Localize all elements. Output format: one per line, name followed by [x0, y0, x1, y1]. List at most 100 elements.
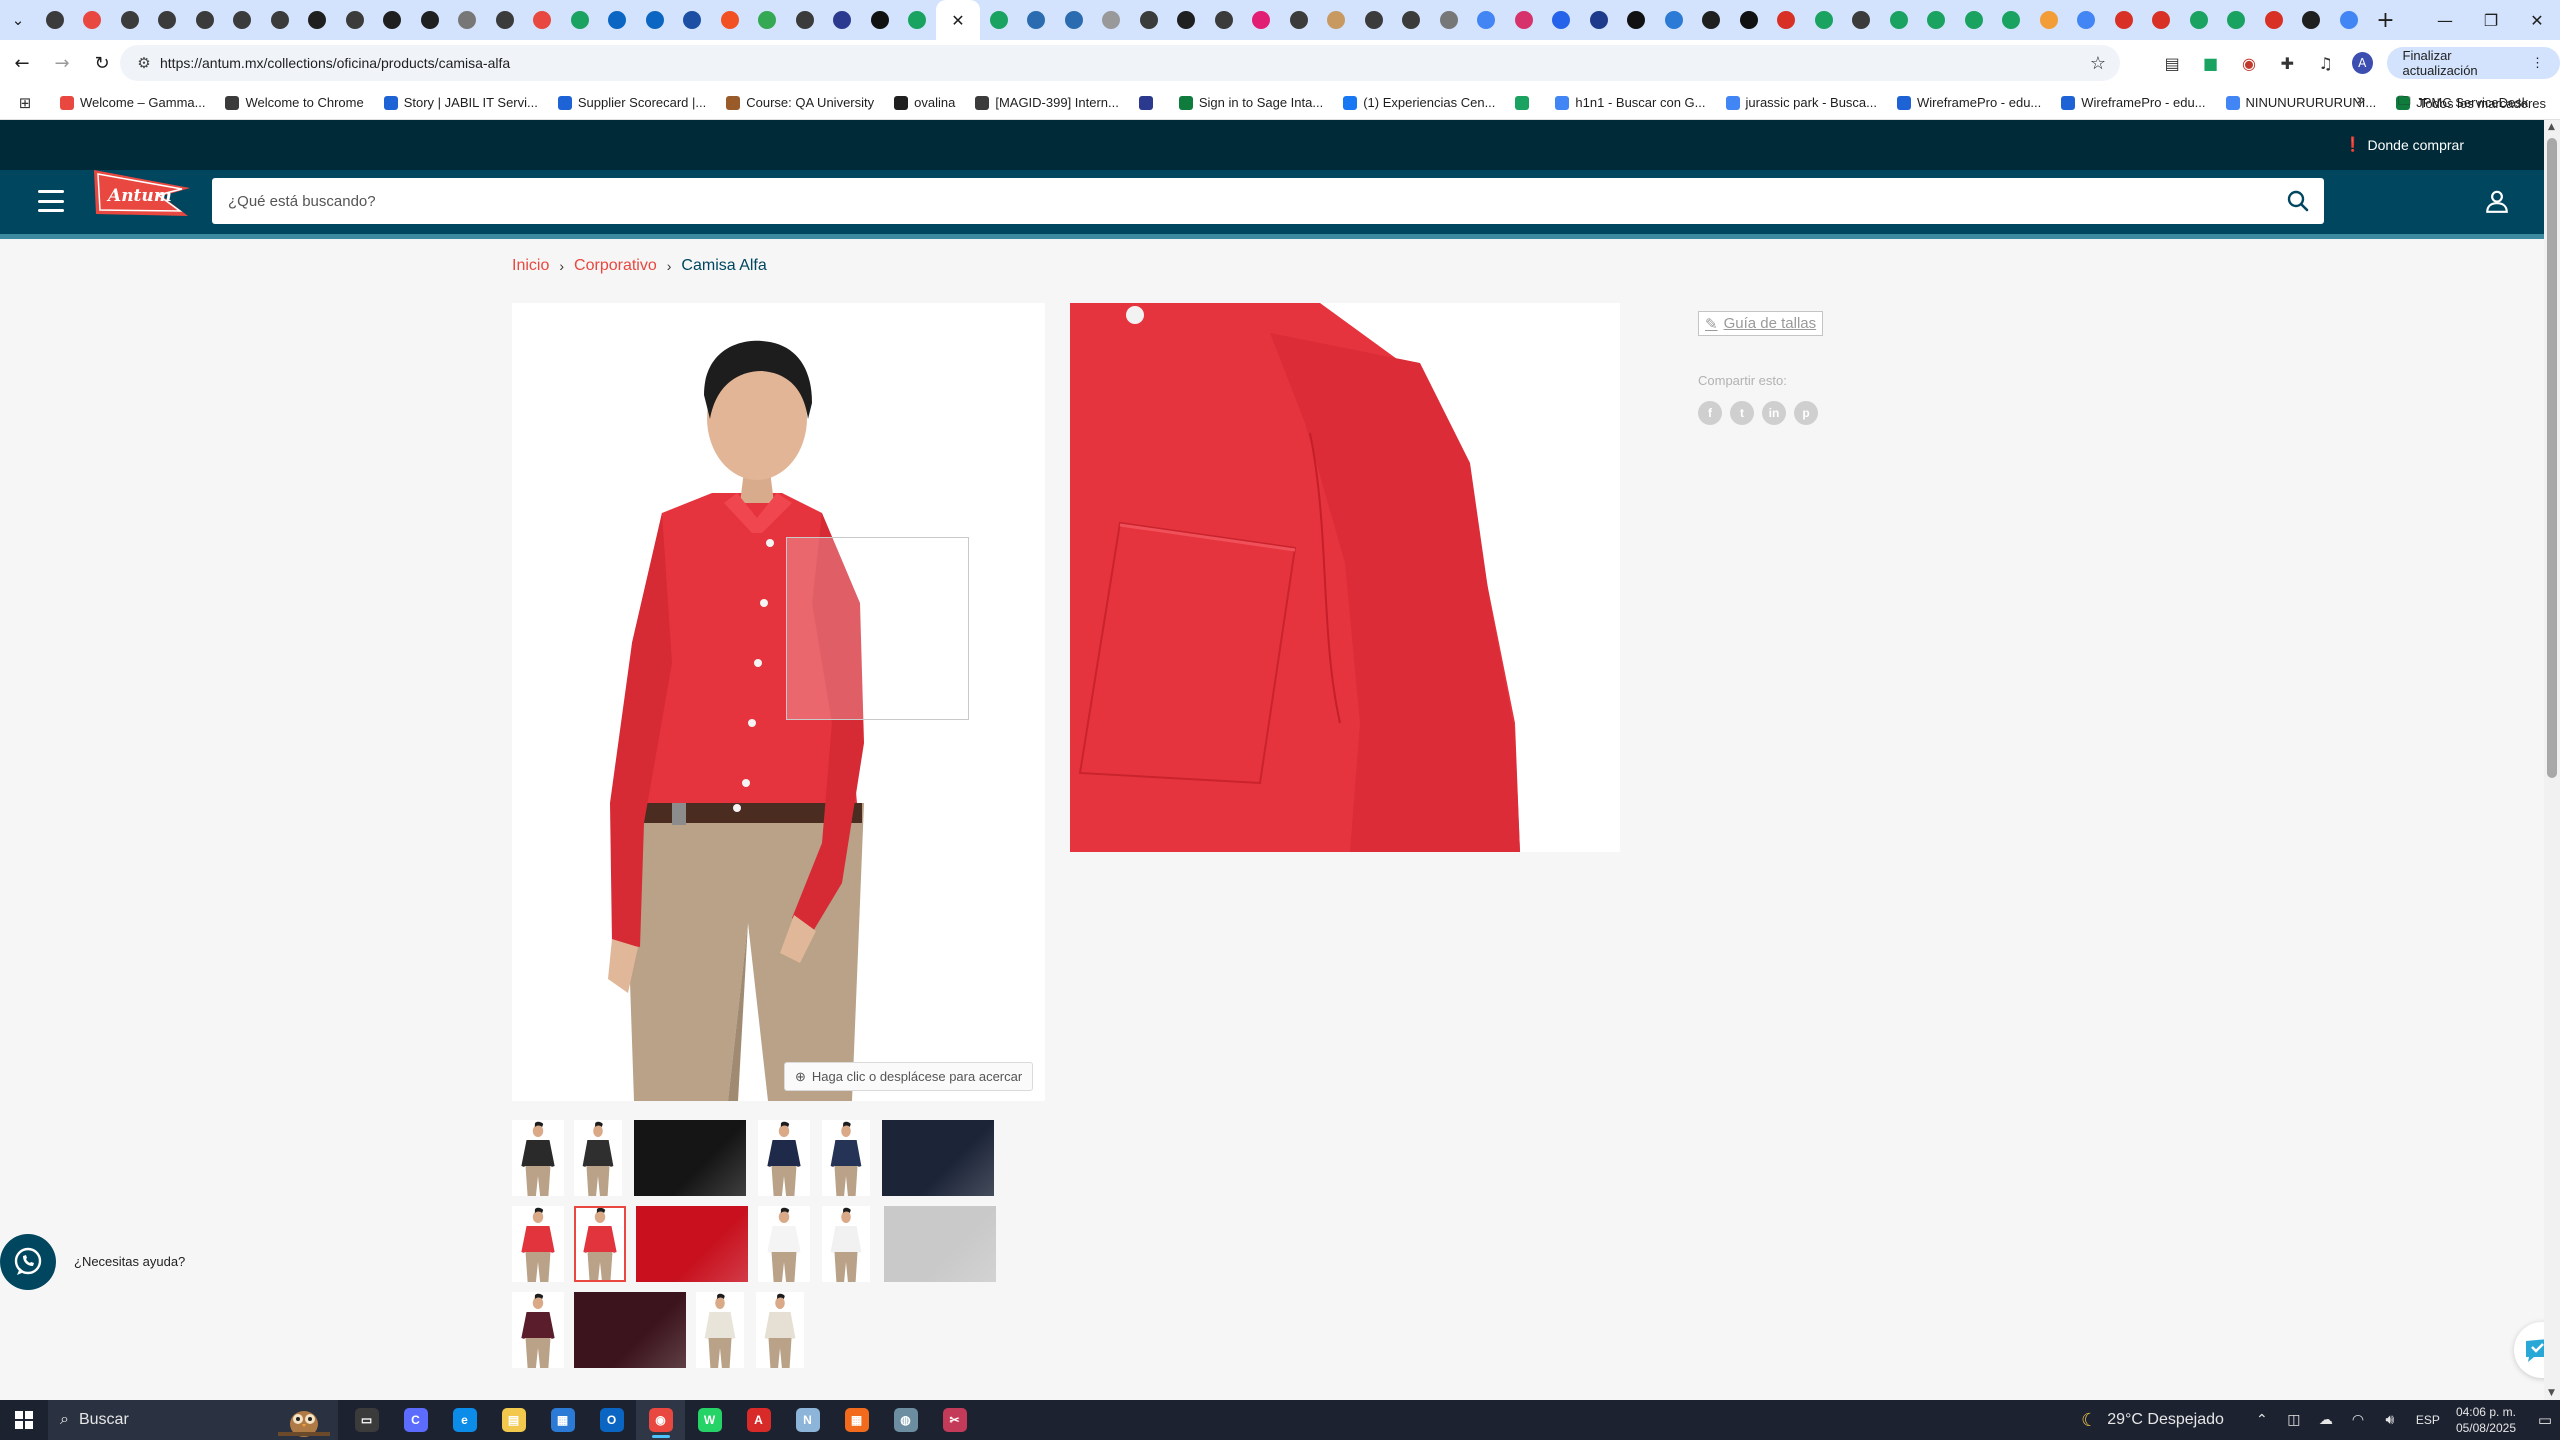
- browser-tab[interactable]: [1055, 0, 1093, 40]
- address-bar[interactable]: ⚙ https://antum.mx/collections/oficina/p…: [120, 45, 2120, 81]
- active-browser-tab[interactable]: ✕: [936, 0, 980, 40]
- breadcrumb-link[interactable]: Corporativo: [574, 257, 657, 275]
- product-thumbnail[interactable]: [512, 1120, 564, 1196]
- browser-tab[interactable]: [1993, 0, 2031, 40]
- account-icon[interactable]: [2484, 188, 2510, 214]
- taskbar-app-button[interactable]: e: [440, 1400, 489, 1440]
- browser-tab[interactable]: [2293, 0, 2331, 40]
- browser-tab[interactable]: [1318, 0, 1356, 40]
- browser-tab[interactable]: [1280, 0, 1318, 40]
- page-scrollbar[interactable]: ▲ ▼: [2544, 120, 2560, 1400]
- browser-tab[interactable]: [1018, 0, 1056, 40]
- taskbar-app-button[interactable]: O: [587, 1400, 636, 1440]
- browser-tab[interactable]: [674, 0, 712, 40]
- product-thumbnail[interactable]: [574, 1120, 622, 1196]
- all-bookmarks-button[interactable]: 🗀 Todos los marcadores: [2390, 89, 2554, 117]
- taskbar-app-button[interactable]: ▤: [489, 1400, 538, 1440]
- taskbar-app-button[interactable]: A: [734, 1400, 783, 1440]
- taskbar-app-button[interactable]: ◉: [636, 1400, 685, 1440]
- taskbar-app-button[interactable]: ◍: [881, 1400, 930, 1440]
- close-window-button[interactable]: ✕: [2514, 0, 2560, 40]
- bookmark-item[interactable]: [MAGID-399] Intern...: [965, 89, 1129, 117]
- browser-tab[interactable]: [786, 0, 824, 40]
- browser-tab[interactable]: [1805, 0, 1843, 40]
- browser-tab[interactable]: [2030, 0, 2068, 40]
- browser-tab[interactable]: [861, 0, 899, 40]
- wifi-icon[interactable]: ◠: [2342, 1412, 2374, 1428]
- extensions-puzzle-icon[interactable]: ✚: [2275, 50, 2299, 76]
- browser-tab[interactable]: [1355, 0, 1393, 40]
- url-text[interactable]: https://antum.mx/collections/oficina/pro…: [160, 55, 510, 71]
- extension-icon[interactable]: ■: [2198, 50, 2222, 76]
- extension-icon[interactable]: ◉: [2237, 50, 2261, 76]
- browser-tab[interactable]: [2218, 0, 2256, 40]
- network-icon[interactable]: ☁: [2310, 1412, 2342, 1428]
- browser-tab[interactable]: [2143, 0, 2181, 40]
- language-indicator[interactable]: ESP: [2416, 1413, 2440, 1427]
- clock[interactable]: 04:06 p. m. 05/08/2025: [2456, 1404, 2516, 1436]
- pinterest-icon[interactable]: p: [1794, 401, 1818, 425]
- browser-tab[interactable]: [980, 0, 1018, 40]
- browser-tab[interactable]: [524, 0, 562, 40]
- size-guide-button[interactable]: ✎ Guía de tallas: [1698, 311, 1824, 336]
- browser-tab[interactable]: [599, 0, 637, 40]
- product-thumbnail[interactable]: [574, 1206, 626, 1282]
- antum-logo[interactable]: Antum: [90, 166, 192, 218]
- search-icon[interactable]: [2286, 189, 2310, 213]
- browser-tab[interactable]: [186, 0, 224, 40]
- bookmark-item[interactable]: Course: QA University: [716, 89, 884, 117]
- media-controls-icon[interactable]: ♫: [2314, 50, 2338, 76]
- browser-tab[interactable]: [1130, 0, 1168, 40]
- linkedin-icon[interactable]: in: [1762, 401, 1786, 425]
- product-thumbnail[interactable]: [634, 1120, 746, 1196]
- more-bookmarks-icon[interactable]: »: [2356, 90, 2366, 109]
- browser-tab[interactable]: [36, 0, 74, 40]
- browser-tab[interactable]: [2105, 0, 2143, 40]
- search-input[interactable]: [228, 178, 2228, 224]
- profile-avatar[interactable]: A: [2351, 52, 2373, 74]
- browser-tab[interactable]: [1243, 0, 1281, 40]
- apps-grid-icon[interactable]: ⊞: [0, 94, 50, 112]
- browser-tab[interactable]: [2068, 0, 2106, 40]
- reading-list-icon[interactable]: ▤: [2160, 50, 2184, 76]
- scroll-up-arrow-icon[interactable]: ▲: [2548, 122, 2555, 132]
- scroll-down-arrow-icon[interactable]: ▼: [2548, 1388, 2555, 1398]
- bookmark-item[interactable]: h1n1 - Buscar con G...: [1545, 89, 1715, 117]
- browser-tab[interactable]: [636, 0, 674, 40]
- browser-tab[interactable]: [411, 0, 449, 40]
- browser-tab[interactable]: [74, 0, 112, 40]
- facebook-icon[interactable]: f: [1698, 401, 1722, 425]
- product-thumbnail[interactable]: [756, 1292, 804, 1368]
- tray-app-icon[interactable]: ◫: [2278, 1412, 2310, 1428]
- browser-tab[interactable]: [1730, 0, 1768, 40]
- browser-tab[interactable]: [899, 0, 937, 40]
- browser-tab[interactable]: [261, 0, 299, 40]
- bookmark-item[interactable]: Sign in to Sage Inta...: [1169, 89, 1333, 117]
- reload-button[interactable]: ↻: [84, 45, 120, 81]
- browser-tab[interactable]: [1768, 0, 1806, 40]
- browser-tab[interactable]: [336, 0, 374, 40]
- browser-tab[interactable]: [1693, 0, 1731, 40]
- taskbar-app-button[interactable]: ▦: [832, 1400, 881, 1440]
- browser-tab[interactable]: [2255, 0, 2293, 40]
- product-thumbnail[interactable]: [758, 1206, 810, 1282]
- bookmark-item[interactable]: [1129, 89, 1169, 117]
- browser-tab[interactable]: [486, 0, 524, 40]
- browser-tab[interactable]: [1505, 0, 1543, 40]
- browser-tab[interactable]: [1393, 0, 1431, 40]
- twitter-icon[interactable]: t: [1730, 401, 1754, 425]
- taskbar-app-button[interactable]: C: [391, 1400, 440, 1440]
- product-thumbnail[interactable]: [882, 1120, 994, 1196]
- browser-tab[interactable]: [224, 0, 262, 40]
- browser-tab[interactable]: [561, 0, 599, 40]
- browser-tab[interactable]: [1430, 0, 1468, 40]
- product-thumbnail[interactable]: [822, 1120, 870, 1196]
- taskbar-search[interactable]: ⌕ Buscar: [48, 1400, 338, 1440]
- bookmark-item[interactable]: Welcome to Chrome: [215, 89, 373, 117]
- whatsapp-button[interactable]: [0, 1234, 56, 1290]
- browser-tab[interactable]: [1543, 0, 1581, 40]
- browser-tab[interactable]: [1955, 0, 1993, 40]
- browser-tab[interactable]: [111, 0, 149, 40]
- site-info-icon[interactable]: ⚙: [128, 54, 160, 72]
- product-thumbnail[interactable]: [696, 1292, 744, 1368]
